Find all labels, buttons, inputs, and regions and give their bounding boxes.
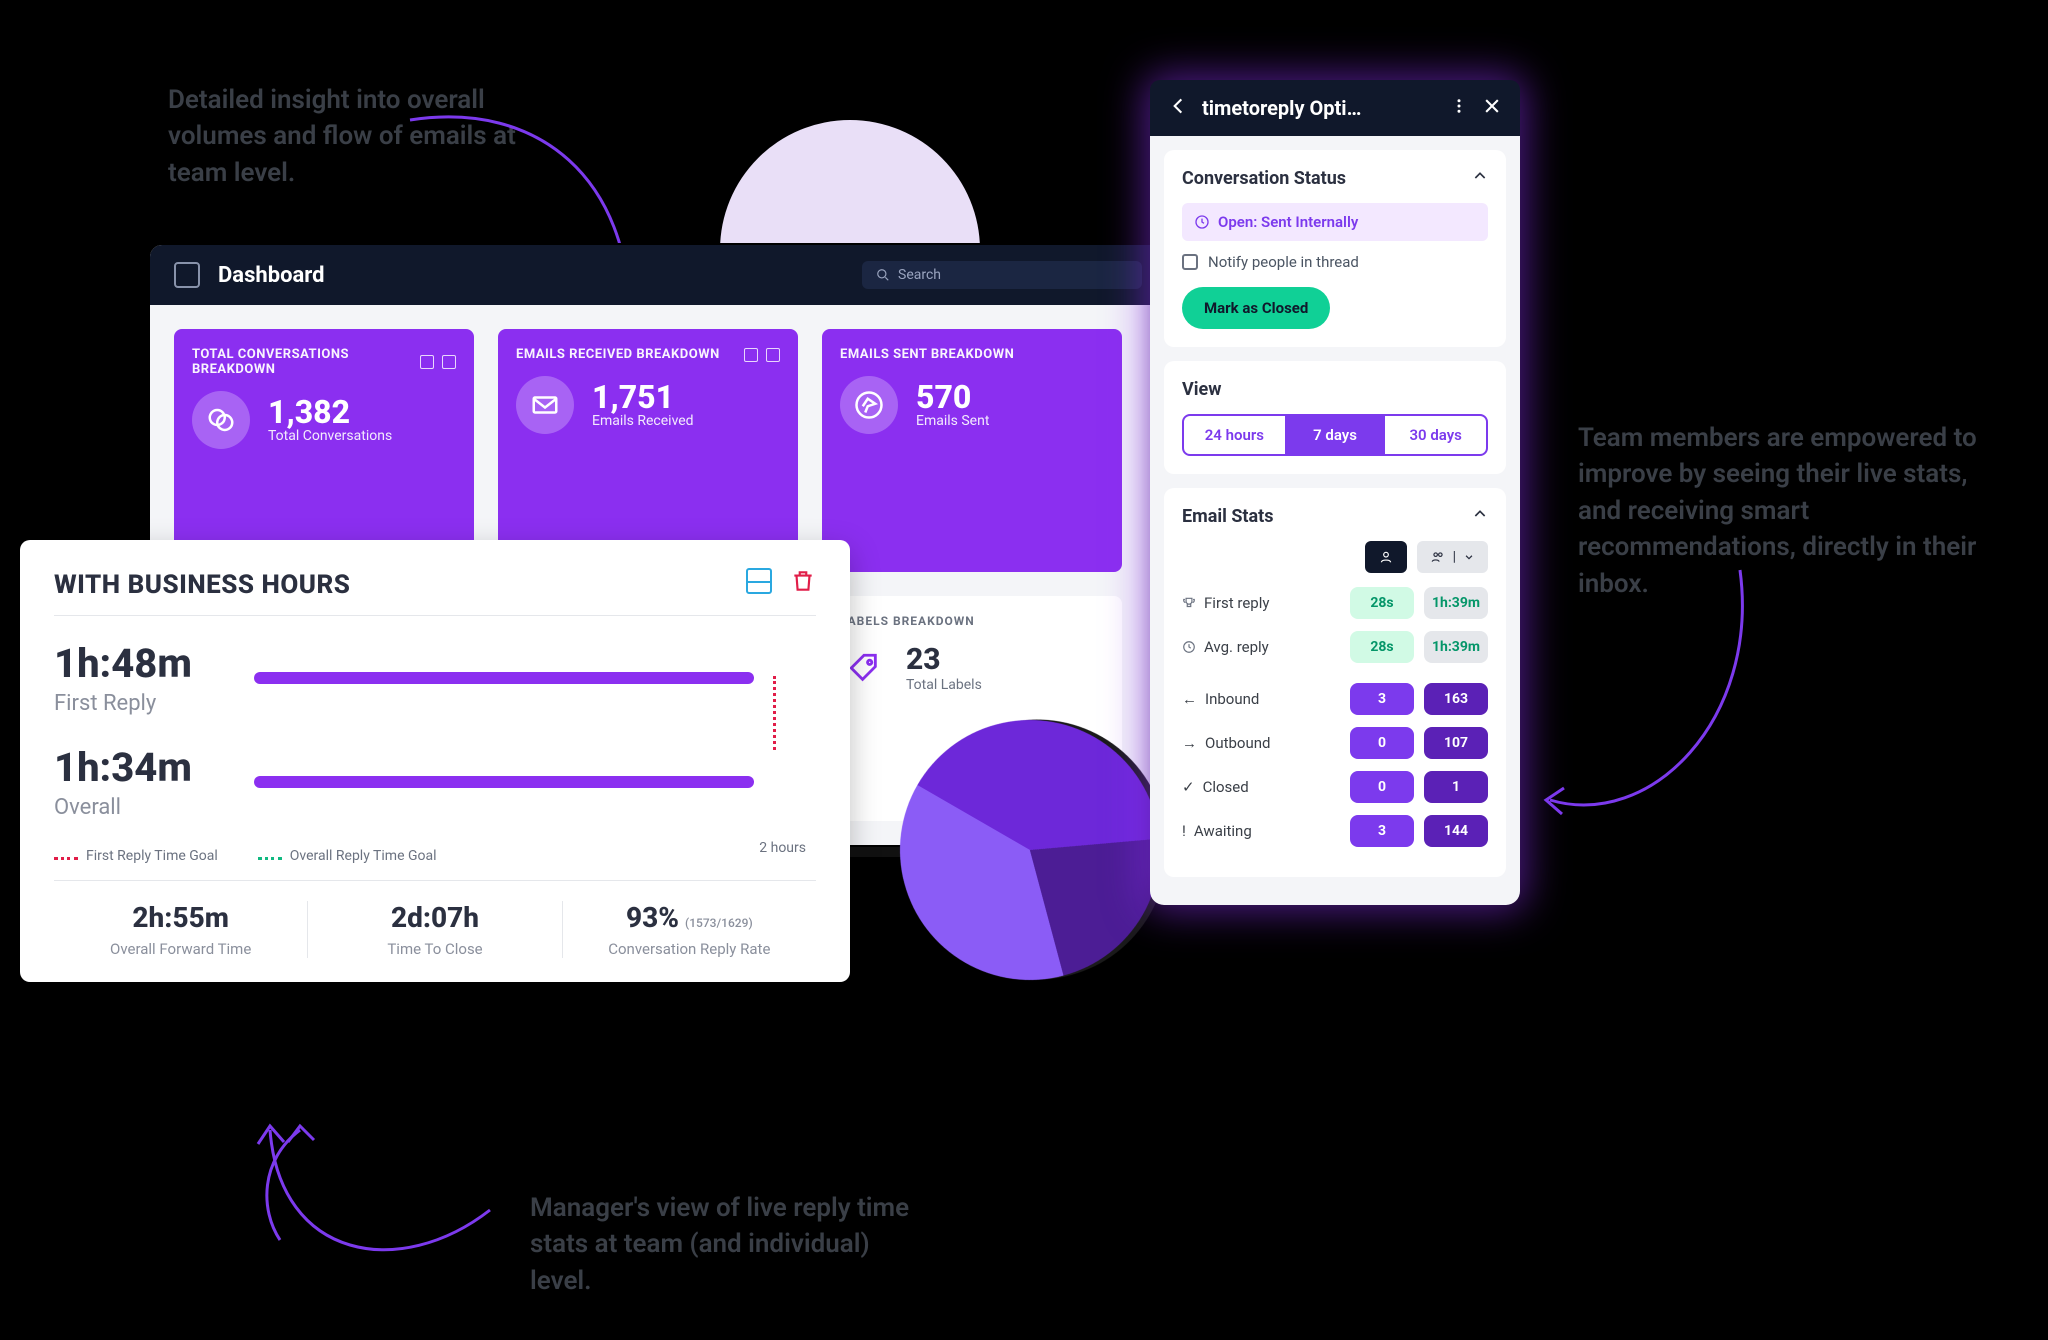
chat-icon [192,391,250,449]
card-title: TOTAL CONVERSATIONS BREAKDOWN [192,347,420,377]
scope-team-button[interactable]: | [1417,541,1488,573]
stat-team: 144 [1424,815,1488,847]
inbox-widget: timetoreply Opti… Conversation Status Op… [1150,80,1520,905]
first-reply-label: First Reply [54,691,224,716]
seg-30d[interactable]: 30 days [1385,416,1486,454]
row-avg-reply: Avg. reply 28s 1h:39m [1182,631,1488,663]
goal-marker-label: 2 hours [759,840,806,856]
grid-icon[interactable] [420,355,434,369]
card-value: 570 [916,381,989,413]
search-input[interactable]: Search [862,261,1142,289]
dashboard-title: Dashboard [218,263,325,288]
trash-icon[interactable] [790,568,816,601]
stat-team: 1h:39m [1424,631,1488,663]
seg-24h[interactable]: 24 hours [1184,416,1285,454]
widget-title: timetoreply Opti… [1202,96,1436,120]
view-range-segmented[interactable]: 24 hours 7 days 30 days [1182,414,1488,456]
business-hours-panel: WITH BUSINESS HOURS 1h:48m First Reply 1… [20,540,850,982]
envelope-icon [516,376,574,434]
card-sub: Total Conversations [268,428,392,444]
card-emails-received[interactable]: EMAILS RECEIVED BREAKDOWN 1,751 Emails R… [498,329,798,572]
scope-user-button[interactable] [1365,541,1407,573]
notify-checkbox[interactable]: Notify people in thread [1182,253,1488,271]
chevron-down-icon [1464,552,1474,562]
first-reply-value: 1h:48m [54,640,224,687]
row-first-reply: First reply 28s 1h:39m [1182,587,1488,619]
first-reply-bar [254,672,754,684]
card-sub: Emails Received [592,413,694,429]
card-value: 1,382 [268,396,392,428]
metric-time-to-close: 2d:07h Time To Close [307,901,561,958]
send-icon [840,376,898,434]
menu-icon[interactable] [174,262,200,288]
legend-first-reply-goal: First Reply Time Goal [54,848,218,864]
annotation-manager: Manager's view of live reply time stats … [530,1190,910,1299]
trash-icon[interactable] [442,355,456,369]
back-icon[interactable] [1168,96,1188,120]
notify-label: Notify people in thread [1208,253,1359,271]
close-icon[interactable] [1482,96,1502,120]
card-emails-sent[interactable]: EMAILS SENT BREAKDOWN 570 Emails Sent [822,329,1122,572]
card-value: 1,751 [592,381,694,413]
card-value: 23 [906,642,982,677]
overall-bar [254,776,754,788]
legend-overall-reply-goal: Overall Reply Time Goal [258,848,437,864]
layout-icon[interactable] [746,568,772,594]
section-title: Conversation Status [1182,168,1346,189]
trophy-icon [1182,596,1196,610]
stat-user: 3 [1350,815,1414,847]
row-inbound: ←Inbound 3 163 [1182,683,1488,715]
stat-team: 107 [1424,727,1488,759]
stat-user: 3 [1350,683,1414,715]
grid-icon[interactable] [744,348,758,362]
card-title: LABELS BREAKDOWN [840,614,1104,628]
metric-reply-rate: 93%(1573/1629) Conversation Reply Rate [562,901,816,958]
section-title: View [1182,379,1221,400]
arrow-left-icon: ← [1182,690,1197,708]
row-awaiting: !Awaiting 3 144 [1182,815,1488,847]
trash-icon[interactable] [766,348,780,362]
arrow-right-icon: → [1182,734,1197,752]
checkbox-icon [1182,254,1198,270]
stat-user: 28s [1350,587,1414,619]
dashboard-topbar: Dashboard Search [150,245,1166,305]
stat-team: 1h:39m [1424,587,1488,619]
goal-marker-line [773,676,776,750]
card-total-conversations[interactable]: TOTAL CONVERSATIONS BREAKDOWN 1,382 Tota… [174,329,474,572]
overall-label: Overall [54,795,224,820]
check-icon: ✓ [1182,778,1195,796]
more-icon[interactable] [1450,97,1468,119]
section-email-stats: Email Stats | First reply 28s 1h:39m Avg… [1164,488,1506,877]
chevron-up-icon[interactable] [1472,506,1488,527]
search-icon [876,268,890,282]
card-title: EMAILS SENT BREAKDOWN [840,347,1014,362]
section-view: View 24 hours 7 days 30 days [1164,361,1506,474]
stat-user: 0 [1350,771,1414,803]
seg-7d[interactable]: 7 days [1285,416,1386,454]
stat-team: 163 [1424,683,1488,715]
row-outbound: →Outbound 0 107 [1182,727,1488,759]
overall-value: 1h:34m [54,744,224,791]
chevron-up-icon[interactable] [1472,168,1488,189]
section-conversation-status: Conversation Status Open: Sent Internall… [1164,150,1506,347]
stat-user: 28s [1350,631,1414,663]
stat-team: 1 [1424,771,1488,803]
search-placeholder: Search [898,267,941,283]
mark-closed-button[interactable]: Mark as Closed [1182,287,1330,329]
clock-icon [1194,214,1210,230]
row-closed: ✓Closed 0 1 [1182,771,1488,803]
stat-user: 0 [1350,727,1414,759]
metric-forward-time: 2h:55m Overall Forward Time [54,901,307,958]
card-sub: Emails Sent [916,413,989,429]
clock-icon [1182,640,1196,654]
card-sub: Total Labels [906,677,982,693]
panel-title: WITH BUSINESS HOURS [54,570,350,600]
card-title: EMAILS RECEIVED BREAKDOWN [516,347,720,362]
section-title: Email Stats [1182,506,1274,527]
status-badge: Open: Sent Internally [1182,203,1488,241]
alert-icon: ! [1182,822,1186,840]
